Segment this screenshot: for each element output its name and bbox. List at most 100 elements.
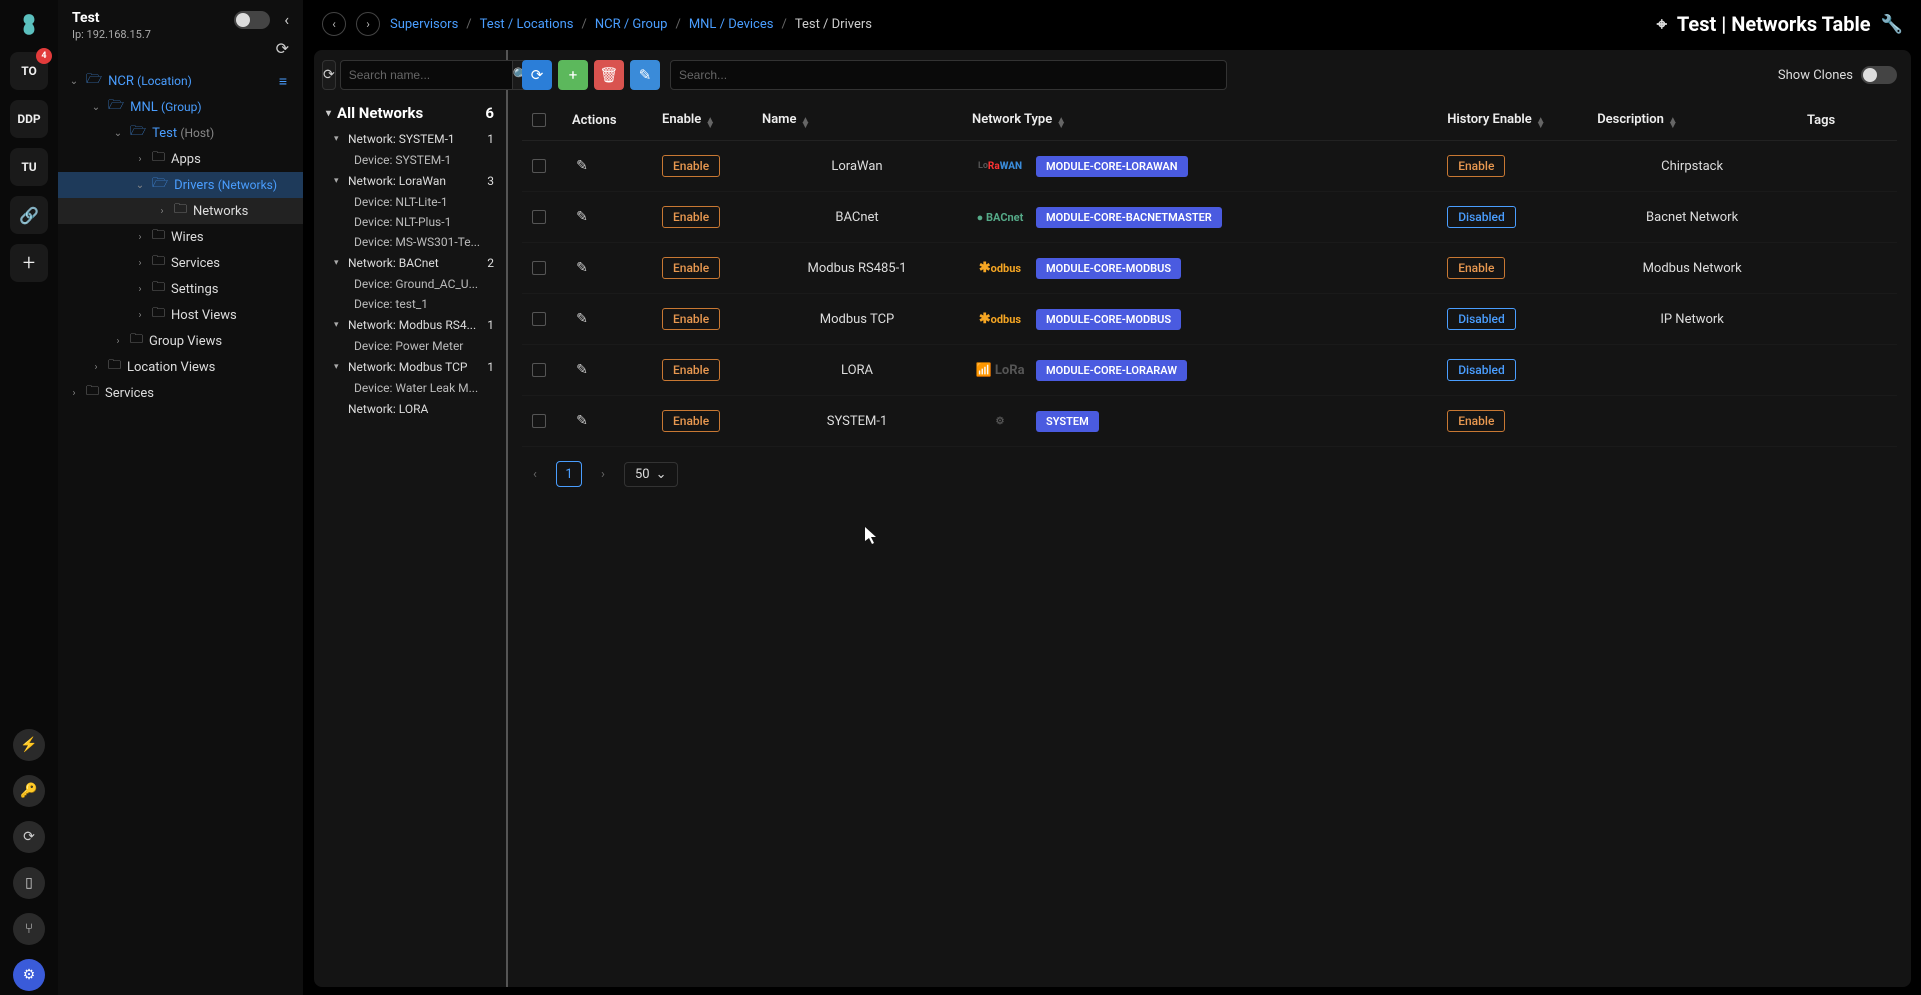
delete-row-button[interactable]: 🗑 xyxy=(594,60,624,90)
nav-back-button[interactable]: ‹ xyxy=(322,12,346,36)
row-checkbox[interactable] xyxy=(532,363,546,377)
network-list-header[interactable]: ▾All Networks6 xyxy=(322,98,498,128)
table-row[interactable]: ✎EnableModbus RS485-1✱odbusMODULE-CORE-M… xyxy=(522,243,1897,294)
enable-pill[interactable]: Enable xyxy=(662,155,720,177)
network-row[interactable]: ▾Network: SYSTEM-11 xyxy=(322,128,498,150)
device-row[interactable]: Device: test_1 xyxy=(322,294,498,314)
show-clones-switch[interactable] xyxy=(1861,66,1897,84)
tree-settings[interactable]: › 🗀 Settings xyxy=(58,276,303,302)
network-row[interactable]: ▾Network: Modbus TCP1 xyxy=(322,356,498,378)
column-header[interactable]: Description▲▼ xyxy=(1587,100,1797,141)
enable-pill[interactable]: Enable xyxy=(662,206,720,228)
rail-sync-button[interactable]: ⟳ xyxy=(13,821,45,853)
breadcrumb-item[interactable]: Supervisors xyxy=(390,17,458,32)
tree-host-views[interactable]: › 🗀 Host Views xyxy=(58,302,303,328)
breadcrumb-item[interactable]: NCR / Group xyxy=(595,17,668,32)
rail-flash-button[interactable]: ⚡ xyxy=(13,729,45,761)
enable-pill[interactable]: Enable xyxy=(662,257,720,279)
column-header[interactable] xyxy=(522,100,562,141)
column-header[interactable]: Name▲▼ xyxy=(752,100,962,141)
rail-item-to[interactable]: TO 4 xyxy=(10,52,48,90)
tree-mnl[interactable]: ⌄ 🗁 MNL (Group) xyxy=(58,94,303,120)
sidebar-toggle[interactable] xyxy=(234,11,270,29)
row-checkbox[interactable] xyxy=(532,159,546,173)
select-all-checkbox[interactable] xyxy=(532,113,546,127)
row-checkbox[interactable] xyxy=(532,210,546,224)
edit-action-icon[interactable]: ✎ xyxy=(572,207,592,227)
add-row-button[interactable]: + xyxy=(558,60,588,90)
rail-item-link[interactable]: 🔗 xyxy=(10,196,48,234)
device-row[interactable]: Device: NLT-Plus-1 xyxy=(322,212,498,232)
rail-add-button[interactable]: + xyxy=(10,244,48,282)
breadcrumb-item[interactable]: Test / Locations xyxy=(480,17,574,32)
edit-action-icon[interactable]: ✎ xyxy=(572,309,592,329)
history-pill[interactable]: Enable xyxy=(1447,410,1505,432)
tree-drivers[interactable]: ⌄ 🗁 Drivers (Networks) xyxy=(58,172,303,198)
edit-row-button[interactable]: ✎ xyxy=(630,60,660,90)
enable-pill[interactable]: Enable xyxy=(662,410,720,432)
edit-action-icon[interactable]: ✎ xyxy=(572,156,592,176)
edit-action-icon[interactable]: ✎ xyxy=(572,258,592,278)
rail-settings-button[interactable]: ⚙ xyxy=(13,959,45,991)
edit-action-icon[interactable]: ✎ xyxy=(572,360,592,380)
history-pill[interactable]: Disabled xyxy=(1447,308,1516,330)
tree-root-services[interactable]: › 🗀 Services xyxy=(58,380,303,406)
network-row[interactable]: ▾Network: LoraWan3 xyxy=(322,170,498,192)
column-header[interactable]: Tags xyxy=(1797,100,1897,141)
column-header[interactable]: History Enable▲▼ xyxy=(1437,100,1587,141)
device-row[interactable]: Device: Power Meter xyxy=(322,336,498,356)
refresh-sidebar-icon[interactable]: ⟳ xyxy=(276,39,289,58)
locate-icon[interactable]: ⌖ xyxy=(1657,14,1667,35)
table-row[interactable]: ✎EnableBACnet● BACnetMODULE-CORE-BACNETM… xyxy=(522,192,1897,243)
page-prev-button[interactable]: ‹ xyxy=(522,461,548,487)
tree-location-views[interactable]: › 🗀 Location Views xyxy=(58,354,303,380)
network-row[interactable]: Network: LORA xyxy=(322,398,498,420)
collapse-sidebar-icon[interactable]: ‹ xyxy=(284,10,289,29)
tree-apps[interactable]: › 🗀 Apps xyxy=(58,146,303,172)
column-header[interactable]: Enable▲▼ xyxy=(652,100,752,141)
tree-group-views[interactable]: › 🗀 Group Views xyxy=(58,328,303,354)
search-table-input[interactable] xyxy=(670,60,1227,90)
network-row[interactable]: ▾Network: Modbus RS4...1 xyxy=(322,314,498,336)
page-number[interactable]: 1 xyxy=(556,461,582,487)
page-size-select[interactable]: 50 ⌄ xyxy=(624,462,678,487)
refresh-table-button[interactable]: ⟳ xyxy=(522,60,552,90)
enable-pill[interactable]: Enable xyxy=(662,359,720,381)
row-checkbox[interactable] xyxy=(532,414,546,428)
device-row[interactable]: Device: Water Leak M... xyxy=(322,378,498,398)
row-checkbox[interactable] xyxy=(532,312,546,326)
history-pill[interactable]: Disabled xyxy=(1447,359,1516,381)
device-row[interactable]: Device: Ground_AC_U... xyxy=(322,274,498,294)
tree-menu-icon[interactable]: ≡ xyxy=(279,73,293,90)
refresh-tree-button[interactable]: ⟳ xyxy=(322,60,336,90)
tree-wires[interactable]: › 🗀 Wires xyxy=(58,224,303,250)
network-row[interactable]: ▾Network: BACnet2 xyxy=(322,252,498,274)
tree-services[interactable]: › 🗀 Services xyxy=(58,250,303,276)
row-checkbox[interactable] xyxy=(532,261,546,275)
column-header[interactable]: Network Type▲▼ xyxy=(962,100,1437,141)
tree-test[interactable]: ⌄ 🗁 Test (Host) xyxy=(58,120,303,146)
history-pill[interactable]: Enable xyxy=(1447,257,1505,279)
table-row[interactable]: ✎EnableLoraWanLoRa WANMODULE-CORE-LORAWA… xyxy=(522,141,1897,192)
rail-doc-button[interactable]: ▯ xyxy=(13,867,45,899)
rail-item-tu[interactable]: TU xyxy=(10,148,48,186)
device-row[interactable]: Device: MS-WS301-Te... xyxy=(322,232,498,252)
page-next-button[interactable]: › xyxy=(590,461,616,487)
column-header[interactable]: Actions xyxy=(562,100,652,141)
table-row[interactable]: ✎EnableModbus TCP✱odbusMODULE-CORE-MODBU… xyxy=(522,294,1897,345)
table-row[interactable]: ✎EnableSYSTEM-1⚙SYSTEMEnable xyxy=(522,396,1897,447)
rail-branch-button[interactable]: ⑂ xyxy=(13,913,45,945)
breadcrumb-item[interactable]: MNL / Devices xyxy=(689,17,774,32)
table-row[interactable]: ✎EnableLORA📶 LoRaMODULE-CORE-LORARAWDisa… xyxy=(522,345,1897,396)
nav-forward-button[interactable]: › xyxy=(356,12,380,36)
device-row[interactable]: Device: NLT-Lite-1 xyxy=(322,192,498,212)
wrench-icon[interactable]: 🔧 xyxy=(1881,14,1903,35)
edit-action-icon[interactable]: ✎ xyxy=(572,411,592,431)
rail-key-button[interactable]: 🔑 xyxy=(13,775,45,807)
enable-pill[interactable]: Enable xyxy=(662,308,720,330)
tree-ncr[interactable]: ⌄ 🗁 NCR (Location) ≡ xyxy=(58,68,303,94)
history-pill[interactable]: Enable xyxy=(1447,155,1505,177)
history-pill[interactable]: Disabled xyxy=(1447,206,1516,228)
device-row[interactable]: Device: SYSTEM-1 xyxy=(322,150,498,170)
tree-networks[interactable]: › 🗀 Networks xyxy=(58,198,303,224)
